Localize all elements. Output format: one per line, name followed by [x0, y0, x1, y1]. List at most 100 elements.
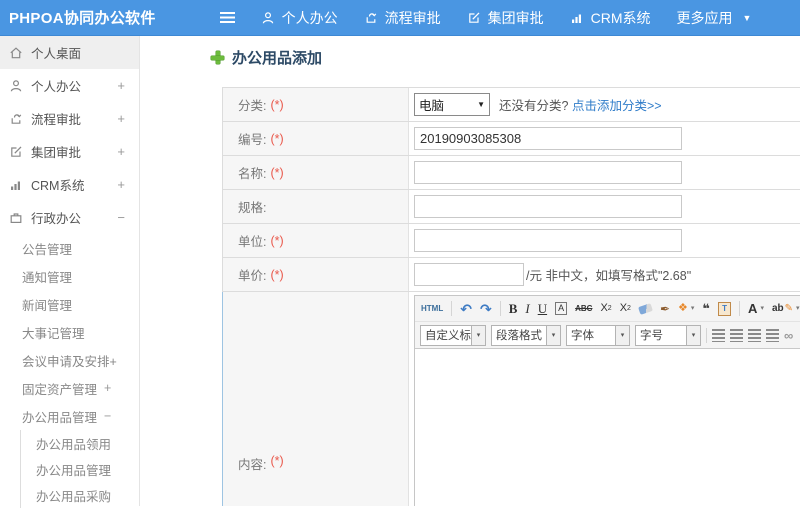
form-row-name: 名称: (*) [222, 156, 800, 190]
subscript-button[interactable]: X2 [620, 303, 631, 314]
sidebar-subitem-notice-mgmt[interactable]: 通知管理 [0, 262, 139, 290]
expand-plus-icon[interactable]: + [117, 78, 125, 93]
expand-plus-icon[interactable]: + [117, 111, 125, 126]
field-label-cell: 规格: [223, 190, 409, 223]
expand-plus-icon[interactable]: + [104, 381, 111, 395]
html-source-button[interactable]: HTML [421, 304, 443, 313]
auto-typeset-button[interactable]: ❖ ▾ [678, 303, 694, 314]
nav-label: 流程审批 [384, 9, 441, 26]
sidebar-subsubitem-supplies-requisition[interactable]: 办公用品领用 [21, 430, 139, 456]
nav-group-approval[interactable]: 集团审批 [467, 8, 544, 28]
caret-down-icon: ▾ [615, 325, 629, 345]
nav-label: CRM系统 [590, 9, 651, 26]
redo-icon[interactable]: ↷ [480, 302, 492, 316]
form-row-code: 编号: (*) [222, 122, 800, 156]
sidebar-item-personal-office[interactable]: 个人办公 + [0, 69, 139, 102]
pen-icon: ✎ [784, 302, 794, 314]
nav-crm-system[interactable]: CRM系统 [570, 8, 651, 28]
highlight-color-button[interactable]: ab ✎ ▾ [772, 302, 800, 314]
underline-button[interactable]: U [538, 302, 547, 315]
field-value-cell: HTML ↶ ↷ B I U A ABC X2 X2 ✒ ❖ ▾ ❝ T A ▾… [409, 292, 800, 506]
custom-heading-dropdown[interactable]: 自定义标题▾ [420, 324, 486, 346]
strikethrough-button[interactable]: ABC [575, 304, 592, 313]
format-painter-icon[interactable]: ✒ [660, 303, 670, 315]
chart-icon [570, 11, 584, 25]
nav-personal-office[interactable]: 个人办公 [261, 8, 338, 28]
edit-icon [467, 11, 481, 25]
blockquote-icon[interactable]: ❝ [702, 302, 710, 315]
page-title: 办公用品添加 [211, 47, 322, 68]
editor-toolbar-row1: HTML ↶ ↷ B I U A ABC X2 X2 ✒ ❖ ▾ ❝ T A ▾… [415, 296, 800, 322]
align-justify-icon[interactable] [766, 328, 779, 342]
sidebar-item-crm-system[interactable]: CRM系统 + [0, 168, 139, 201]
nav-label: 个人办公 [281, 9, 338, 26]
insert-link-icon[interactable]: ∞ [784, 329, 793, 342]
required-marker: (*) [270, 97, 284, 112]
font-border-button[interactable]: A [555, 302, 568, 315]
edit-icon [9, 145, 23, 159]
field-label-cell: 单价: (*) [223, 258, 409, 291]
editor-toolbar-row2: 自定义标题▾ 段落格式▾ 字体▾ 字号▾ ∞ [415, 322, 800, 349]
code-input[interactable] [414, 127, 682, 150]
nav-label: 更多应用 [676, 9, 733, 26]
sidebar-item-personal-desktop[interactable]: 个人桌面 [0, 36, 139, 69]
nav-more-apps[interactable]: 更多应用 ▼ [677, 8, 752, 28]
subitem-label: 办公用品管理 [22, 410, 98, 425]
category-select[interactable]: 电脑 ▼ [414, 93, 490, 116]
expand-plus-icon[interactable]: + [117, 144, 125, 159]
expand-plus-icon[interactable]: + [117, 177, 125, 192]
dropdown-label: 字号 [640, 330, 663, 342]
align-left-icon[interactable] [712, 328, 725, 342]
home-icon [9, 46, 23, 60]
paste-text-button[interactable]: T [718, 301, 732, 316]
field-value-cell [409, 224, 800, 257]
paragraph-format-dropdown[interactable]: 段落格式 ▾ [491, 324, 561, 346]
bold-button[interactable]: B [509, 302, 518, 315]
nav-workflow-approval[interactable]: 流程审批 [364, 8, 441, 28]
sidebar-subitem-announcement-mgmt[interactable]: 公告管理 [0, 234, 139, 262]
sub-exp: 2 [627, 305, 631, 312]
collapse-minus-icon[interactable]: − [104, 409, 111, 423]
subitem-label: 办公用品采购 [36, 489, 112, 504]
align-center-icon[interactable] [730, 328, 743, 342]
sidebar-subitem-meeting-mgmt[interactable]: 会议申请及安排+ [0, 346, 139, 374]
spec-input[interactable] [414, 195, 682, 218]
top-navigation: 个人办公 流程审批 集团审批 CRM系统 更多应用 ▼ [261, 8, 752, 28]
add-category-link[interactable]: 点击添加分类>> [572, 99, 662, 113]
unit-input[interactable] [414, 229, 682, 252]
office-supply-form: 分类: (*) 电脑 ▼ 还没有分类? 点击添加分类>> 编号: (*) 201… [222, 87, 800, 506]
form-row-category: 分类: (*) 电脑 ▼ 还没有分类? 点击添加分类>> [222, 88, 800, 122]
font-size-dropdown[interactable]: 字号 ▾ [635, 324, 701, 346]
hint-text: 还没有分类? [499, 99, 569, 113]
editor-content-area[interactable] [415, 349, 800, 506]
font-family-dropdown[interactable]: 字体 ▾ [566, 324, 630, 346]
eraser-icon[interactable] [638, 302, 653, 315]
sidebar-subitem-office-supplies-mgmt[interactable]: 办公用品管理 − [0, 402, 139, 430]
field-label-cell: 编号: (*) [223, 122, 409, 155]
field-label-cell: 名称: (*) [223, 156, 409, 189]
sidebar-item-admin-office[interactable]: 行政办公 − [0, 201, 139, 234]
rich-text-editor: HTML ↶ ↷ B I U A ABC X2 X2 ✒ ❖ ▾ ❝ T A ▾… [414, 295, 800, 506]
sidebar-item-group-approval[interactable]: 集团审批 + [0, 135, 139, 168]
sidebar-subitem-events-mgmt[interactable]: 大事记管理 [0, 318, 139, 346]
hamburger-menu-icon[interactable] [219, 12, 235, 23]
align-right-icon[interactable] [748, 328, 761, 342]
font-color-button[interactable]: A ▾ [748, 302, 764, 315]
price-input[interactable] [414, 263, 524, 286]
name-input[interactable] [414, 161, 682, 184]
sidebar-item-workflow-approval[interactable]: 流程审批 + [0, 102, 139, 135]
sidebar-subsubitem-supplies-management[interactable]: 办公用品管理 [21, 456, 139, 482]
sidebar-subitem-news-mgmt[interactable]: 新闻管理 [0, 290, 139, 318]
sidebar-subsubitem-supplies-purchase[interactable]: 办公用品采购 [21, 482, 139, 508]
page-title-text: 办公用品添加 [232, 50, 323, 67]
field-value-cell: /元 非中文，如填写格式"2.68" [409, 258, 800, 291]
form-row-unit: 单位: (*) [222, 224, 800, 258]
superscript-button[interactable]: X2 [600, 303, 611, 314]
sidebar-subitem-fixed-assets-mgmt[interactable]: 固定资产管理 + [0, 374, 139, 402]
collapse-minus-icon[interactable]: − [117, 210, 125, 225]
field-value-cell [409, 122, 800, 155]
main-content: 办公用品添加 分类: (*) 电脑 ▼ 还没有分类? 点击添加分类>> 编号: [141, 36, 800, 506]
required-marker: (*) [270, 454, 284, 468]
italic-button[interactable]: I [525, 302, 529, 315]
undo-icon[interactable]: ↶ [460, 302, 472, 316]
